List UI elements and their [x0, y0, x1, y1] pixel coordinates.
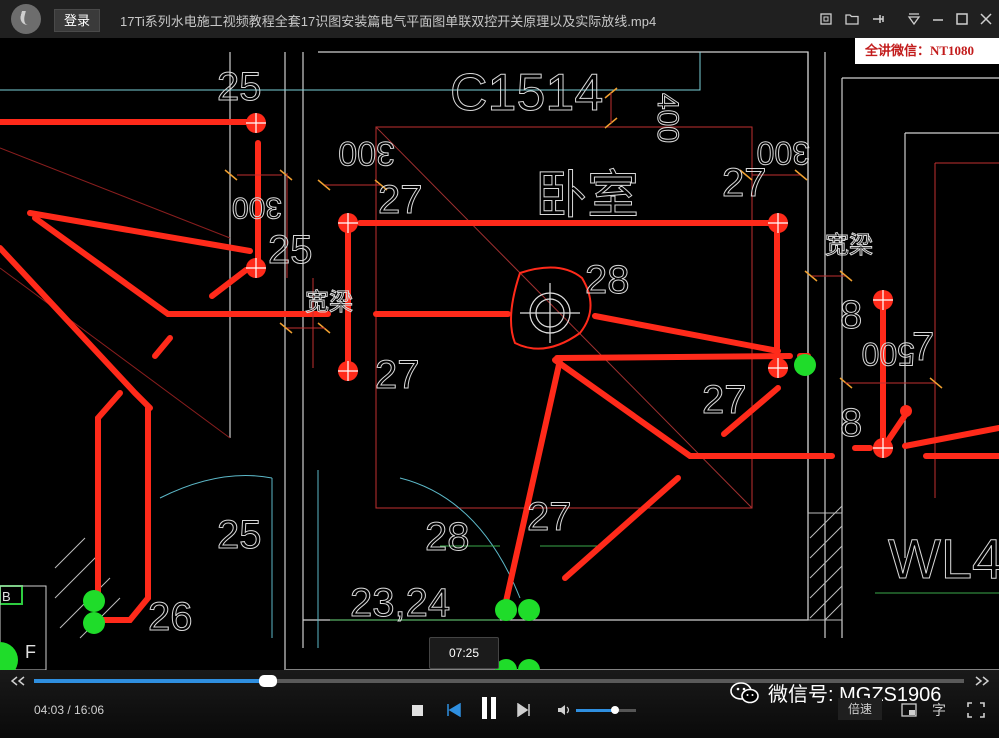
cad-label: 25 — [268, 228, 313, 272]
title-bar: 登录 17Ti系列水电施工视频教程全套17识图安装篇电气平面图单联双控开关原理以… — [0, 0, 999, 38]
wechat-icon — [730, 681, 759, 703]
close-icon[interactable] — [976, 9, 996, 29]
cad-label: 27 — [375, 353, 420, 397]
cad-label: 300 — [338, 134, 395, 172]
previous-icon[interactable] — [444, 702, 462, 718]
control-bar: 04:03 / 16:06 微信号: MGZS1906 倍速 字 — [0, 670, 999, 738]
volume-handle[interactable] — [611, 706, 619, 714]
cad-floor-plan: 25 C1514 400 300 27 卧室 27 300 300 25 28 … — [0, 51, 999, 670]
cad-label: 300 — [232, 191, 282, 224]
time-separator: / — [64, 703, 75, 717]
cad-label: 8 — [840, 401, 862, 445]
cad-label: F — [25, 642, 36, 662]
login-button[interactable]: 登录 — [54, 9, 100, 32]
volume-icon[interactable] — [556, 703, 572, 717]
pin-icon[interactable] — [868, 9, 888, 29]
cad-label: 宽梁 — [825, 232, 873, 259]
stop-icon[interactable] — [410, 703, 424, 717]
time-display: 04:03 / 16:06 — [34, 703, 104, 717]
total-time: 16:06 — [74, 703, 105, 717]
cad-label: 23,24 — [350, 581, 450, 625]
progress-handle[interactable] — [259, 675, 278, 687]
cad-label: WL4 — [888, 527, 999, 590]
menu-dropdown-icon[interactable] — [904, 9, 924, 29]
watermark-banner: 全讲微信：NT1080 — [855, 38, 999, 64]
volume-slider[interactable] — [576, 706, 636, 714]
subtitle-button[interactable]: 字 — [932, 700, 946, 720]
cad-label: 27 — [527, 495, 572, 539]
cad-label: 宽梁 — [305, 289, 353, 316]
cad-label: 27 — [702, 378, 747, 422]
fullscreen-icon[interactable] — [966, 701, 986, 719]
cad-label: 25 — [217, 65, 262, 109]
cad-label: 25 — [217, 513, 262, 557]
cad-label: B — [2, 589, 11, 604]
minimize-icon[interactable] — [928, 9, 948, 29]
cad-label: 500 — [862, 336, 915, 372]
next-icon[interactable] — [516, 702, 532, 718]
current-time: 04:03 — [34, 703, 65, 717]
cad-label: 28 — [425, 515, 470, 559]
cad-label: 7 — [912, 325, 934, 369]
volume-fill — [576, 709, 615, 712]
picture-in-picture-icon[interactable] — [900, 702, 918, 718]
pause-icon[interactable] — [478, 696, 500, 720]
collapse-left-icon[interactable] — [8, 674, 28, 688]
folder-icon[interactable] — [842, 9, 862, 29]
video-title: 17Ti系列水电施工视频教程全套17识图安装篇电气平面图单联双控开关原理以及实际… — [120, 14, 657, 29]
seek-time-tooltip: 07:25 — [429, 637, 499, 669]
app-logo-icon — [11, 4, 41, 34]
cad-label: 26 — [148, 595, 193, 639]
screenshot-icon[interactable] — [816, 9, 836, 29]
progress-fill — [34, 679, 269, 683]
collapse-right-icon[interactable] — [972, 674, 992, 688]
video-frame[interactable]: 25 C1514 400 300 27 卧室 27 300 300 25 28 … — [0, 38, 999, 670]
cad-label: 8 — [840, 293, 862, 337]
cad-label: 400 — [651, 93, 684, 143]
cad-label: 28 — [585, 258, 630, 302]
cad-label: 27 — [378, 178, 423, 222]
playback-speed-button[interactable]: 倍速 — [838, 698, 882, 720]
maximize-icon[interactable] — [952, 9, 972, 29]
cad-label: C1514 — [450, 64, 603, 122]
cad-label: 300 — [757, 135, 810, 171]
cad-label: 卧室 — [535, 167, 639, 225]
